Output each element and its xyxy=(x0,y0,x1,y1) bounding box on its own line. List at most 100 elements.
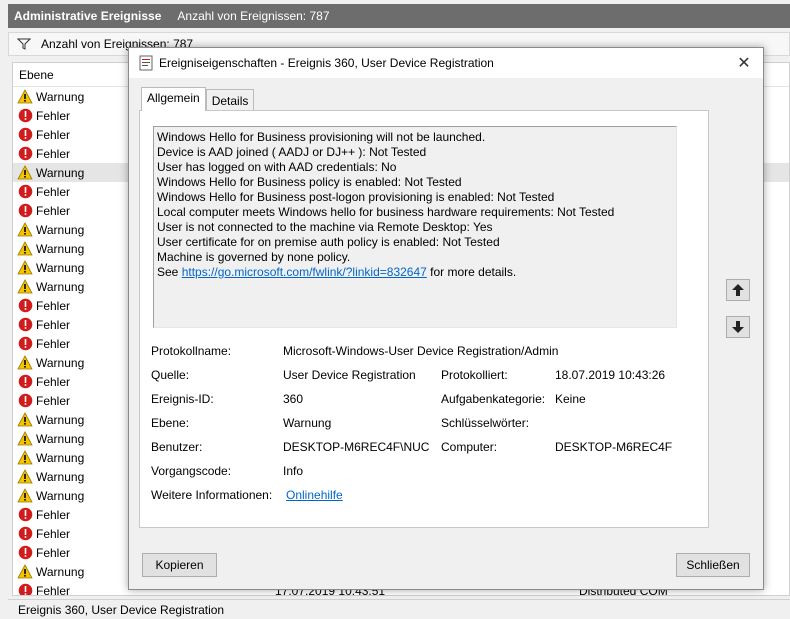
status-text: Ereignis 360, User Device Registration xyxy=(18,602,225,617)
protokolliert-value: 18.07.2019 10:43:26 xyxy=(555,368,666,382)
tab-strip: Allgemein Details xyxy=(141,87,255,111)
tab-allgemein[interactable]: Allgemein xyxy=(141,87,206,111)
dialog-title-bar[interactable]: Ereigniseigenschaften - Ereignis 360, Us… xyxy=(129,48,763,78)
error-icon xyxy=(17,545,33,561)
ebene-label: Ebene: xyxy=(151,416,190,430)
warning-icon xyxy=(17,450,33,466)
error-icon xyxy=(17,374,33,390)
arrow-up-icon xyxy=(732,284,744,296)
computer-label: Computer: xyxy=(441,440,498,454)
description-line: Device is AAD joined ( AADJ or DJ++ ): N… xyxy=(157,145,427,159)
see-suffix: for more details. xyxy=(426,265,517,279)
row-level: Fehler xyxy=(36,526,71,541)
warning-icon xyxy=(17,89,33,105)
protokolliert-label: Protokolliert: xyxy=(441,368,508,382)
general-tab-panel: Windows Hello for Business provisioning … xyxy=(139,110,709,528)
row-level: Warnung xyxy=(36,165,85,180)
ereignis-id-label: Ereignis-ID: xyxy=(151,392,214,406)
tab-details[interactable]: Details xyxy=(205,89,255,111)
row-level: Fehler xyxy=(36,298,71,313)
row-level: Fehler xyxy=(36,374,71,389)
description-line: Local computer meets Windows hello for b… xyxy=(157,205,615,219)
row-level: Warnung xyxy=(36,260,85,275)
warning-icon xyxy=(17,488,33,504)
vorgangscode-label: Vorgangscode: xyxy=(151,464,232,478)
row-level: Warnung xyxy=(36,488,85,503)
protokollname-value: Microsoft-Windows-User Device Registrati… xyxy=(283,344,559,358)
benutzer-label: Benutzer: xyxy=(151,440,203,454)
warning-icon xyxy=(17,564,33,580)
row-level: Warnung xyxy=(36,450,85,465)
log-title: Administrative Ereignisse xyxy=(14,9,162,23)
event-viewer-icon xyxy=(139,55,153,71)
warning-icon xyxy=(17,222,33,238)
error-icon xyxy=(17,146,33,162)
log-count: Anzahl von Ereignissen: 787 xyxy=(177,9,330,23)
error-icon xyxy=(17,526,33,542)
error-icon xyxy=(17,336,33,352)
description-lines: Windows Hello for Business provisioning … xyxy=(157,130,673,265)
previous-event-button[interactable] xyxy=(726,279,750,301)
error-icon xyxy=(17,108,33,124)
row-level: Fehler xyxy=(36,507,71,522)
description-line: Windows Hello for Business policy is ena… xyxy=(157,175,462,189)
aufgabenkategorie-value: Keine xyxy=(555,392,586,406)
benutzer-value: DESKTOP-M6REC4F\NUC xyxy=(283,440,430,454)
row-level: Fehler xyxy=(36,146,71,161)
see-line: See https://go.microsoft.com/fwlink/?lin… xyxy=(157,265,673,280)
description-line: Windows Hello for Business post-logon pr… xyxy=(157,190,555,204)
protokollname-label: Protokollname: xyxy=(151,344,232,358)
filter-icon xyxy=(17,38,31,50)
error-icon xyxy=(17,317,33,333)
quelle-value: User Device Registration xyxy=(283,368,416,382)
event-description[interactable]: Windows Hello for Business provisioning … xyxy=(153,126,677,328)
error-icon xyxy=(17,393,33,409)
see-prefix: See xyxy=(157,265,182,279)
row-level: Fehler xyxy=(36,545,71,560)
error-icon xyxy=(17,203,33,219)
row-level: Warnung xyxy=(36,469,85,484)
close-button[interactable]: Schließen xyxy=(676,553,750,577)
close-icon[interactable]: ✕ xyxy=(735,54,753,72)
warning-icon xyxy=(17,412,33,428)
row-level: Fehler xyxy=(36,317,71,332)
next-event-button[interactable] xyxy=(726,316,750,338)
row-level: Fehler xyxy=(36,108,71,123)
row-level: Warnung xyxy=(36,241,85,256)
warning-icon xyxy=(17,165,33,181)
status-bar: Ereignis 360, User Device Registration xyxy=(8,599,790,619)
row-level: Fehler xyxy=(36,583,71,596)
log-header: Administrative Ereignisse Anzahl von Ere… xyxy=(8,4,790,28)
copy-button[interactable]: Kopieren xyxy=(142,553,217,577)
row-level: Fehler xyxy=(36,336,71,351)
column-level-label: Ebene xyxy=(19,67,54,82)
error-icon xyxy=(17,583,33,595)
description-line: User has logged on with AAD credentials:… xyxy=(157,160,397,174)
row-level: Warnung xyxy=(36,431,85,446)
warning-icon xyxy=(17,431,33,447)
vorgangscode-value: Info xyxy=(283,464,304,478)
onlinehilfe-link[interactable]: Onlinehilfe xyxy=(286,488,343,502)
quelle-label: Quelle: xyxy=(151,368,190,382)
fwlink-link[interactable]: https://go.microsoft.com/fwlink/?linkid=… xyxy=(182,265,427,279)
warning-icon xyxy=(17,469,33,485)
aufgabenkategorie-label: Aufgabenkategorie: xyxy=(441,392,546,406)
row-level: Fehler xyxy=(36,393,71,408)
error-icon xyxy=(17,127,33,143)
row-level: Fehler xyxy=(36,184,71,199)
description-line: User certificate for on premise auth pol… xyxy=(157,235,500,249)
weitere-informationen-label: Weitere Informationen: xyxy=(151,488,273,502)
row-level: Warnung xyxy=(36,222,85,237)
row-level: Warnung xyxy=(36,412,85,427)
row-level: Warnung xyxy=(36,564,85,579)
computer-value: DESKTOP-M6REC4F xyxy=(555,440,673,454)
row-level: Warnung xyxy=(36,89,85,104)
row-level: Warnung xyxy=(36,355,85,370)
ereignis-id-value: 360 xyxy=(283,392,304,406)
row-level: Fehler xyxy=(36,203,71,218)
event-properties-dialog: Ereigniseigenschaften - Ereignis 360, Us… xyxy=(128,47,764,590)
warning-icon xyxy=(17,355,33,371)
dialog-title: Ereigniseigenschaften - Ereignis 360, Us… xyxy=(159,56,494,70)
warning-icon xyxy=(17,260,33,276)
row-level: Warnung xyxy=(36,279,85,294)
